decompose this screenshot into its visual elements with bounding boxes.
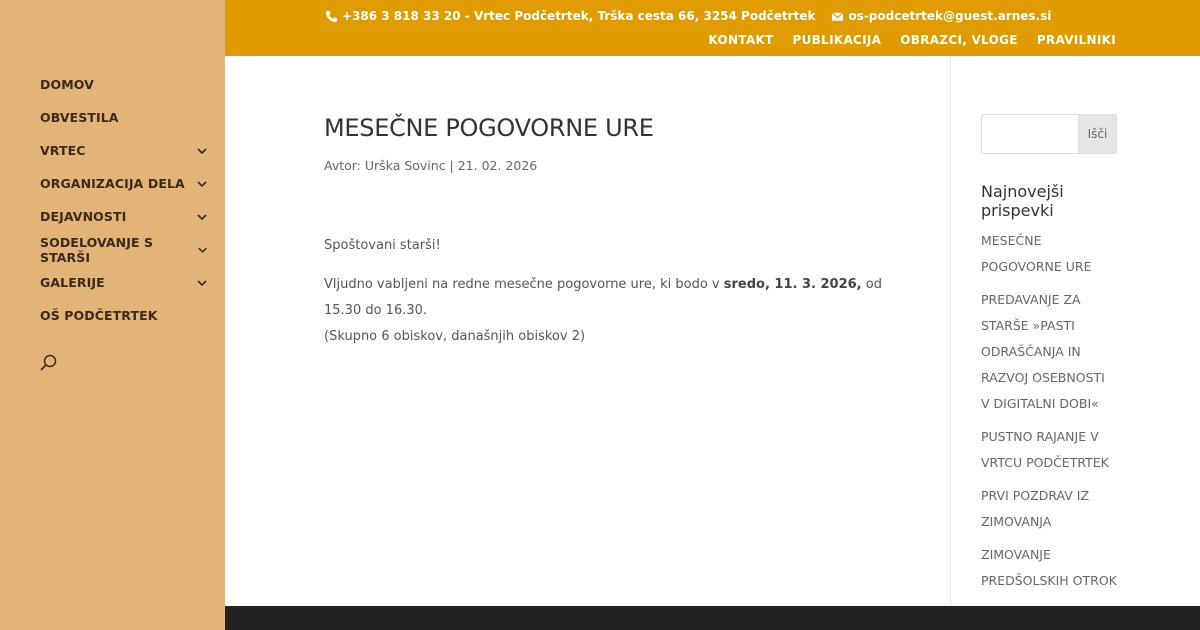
sidebar-item-dejavnosti[interactable]: DEJAVNOSTI [40,200,210,233]
sidebar-item-galerije[interactable]: GALERIJE [40,266,210,299]
chevron-down-icon[interactable] [196,178,208,190]
mail-icon [831,11,844,21]
sidebar-item-label: OBVESTILA [40,110,119,125]
top-bar: +386 3 818 33 20 - Vrtec Podčetrtek, Trš… [225,0,1200,56]
sidebar-item-label: ORGANIZACIJA DELA [40,176,185,191]
top-nav-kontakt[interactable]: KONTAKT [708,33,773,47]
sidebar: DOMOV OBVESTILA VRTEC ORGANIZACIJA DELA … [0,0,225,630]
sidebar-item-label: DEJAVNOSTI [40,209,127,224]
phone-icon [325,10,338,22]
sidebar-item-os-podcetrtek[interactable]: OŠ PODČETRTEK [40,299,210,332]
post-body: Spoštovani starši! Vljudno vabljeni na r… [324,233,884,350]
sidebar-item-domov[interactable]: DOMOV [40,68,210,101]
sidebar-item-label: VRTEC [40,143,86,158]
sidebar-item-vrtec[interactable]: VRTEC [40,134,210,167]
sidebar-item-organizacija-dela[interactable]: ORGANIZACIJA DELA [40,167,210,200]
search-form: Išči [981,114,1117,154]
top-nav-obrazci-vloge[interactable]: OBRAZCI, VLOGE [900,33,1018,47]
post-content: MESEČNE POGOVORNE URE Avtor: Urška Sovin… [324,114,884,363]
recent-posts-list: MESEČNE POGOVORNE URE PREDAVANJE ZA STAR… [981,228,1117,594]
recent-posts-title: Najnovejši prispevki [981,182,1064,220]
visit-counter: (Skupno 6 obiskov, današnjih obiskov 2) [324,329,586,344]
sidebar-item-label: SODELOVANJE S STARŠI [40,234,154,265]
right-sidebar: Išči Najnovejši prispevki MESEČNE POGOVO… [981,114,1117,601]
search-button[interactable]: Išči [1078,114,1117,154]
sidebar-item-obvestila[interactable]: OBVESTILA [40,101,210,134]
chevron-down-icon[interactable] [196,277,208,289]
post-text-before: Vljudno vabljeni na redne mesečne pogovo… [324,277,724,292]
sidebar-item-sodelovanje[interactable]: SODELOVANJE S STARŠI [40,233,210,266]
chevron-down-icon[interactable] [196,145,208,157]
post-date-bold: sredo, 11. 3. 2026, [723,277,862,292]
sidebar-item-label: OŠ PODČETRTEK [40,308,158,323]
page-title: MESEČNE POGOVORNE URE [324,114,654,142]
top-nav-pravilniki[interactable]: PRAVILNIKI [1037,33,1116,47]
chevron-down-icon[interactable] [196,211,208,223]
sidebar-nav: DOMOV OBVESTILA VRTEC ORGANIZACIJA DELA … [40,68,210,332]
email-link[interactable]: os-podcetrtek@guest.arnes.si [848,9,1051,23]
recent-post-link[interactable]: MESEČNE POGOVORNE URE [981,228,1117,280]
recent-post-link[interactable]: ZIMOVANJE PREDŠOLSKIH OTROK [981,542,1117,594]
recent-post-link[interactable]: PUSTNO RAJANJE V VRTCU PODČETRTEK [981,424,1117,476]
recent-post-link[interactable]: PRVI POZDRAV IZ ZIMOVANJA [981,483,1117,535]
top-nav: KONTAKT PUBLIKACIJA OBRAZCI, VLOGE PRAVI… [708,33,1116,47]
search-input[interactable] [981,114,1078,154]
search-icon[interactable] [38,352,60,374]
chevron-down-icon[interactable] [197,244,208,256]
footer [225,606,1200,630]
sidebar-divider [950,56,951,606]
top-nav-publikacija[interactable]: PUBLIKACIJA [793,33,882,47]
post-greeting: Spoštovani starši! [324,238,441,253]
post-paragraph: Vljudno vabljeni na redne mesečne pogovo… [324,272,884,350]
sidebar-item-label: GALERIJE [40,275,105,290]
sidebar-item-label: DOMOV [40,77,94,92]
recent-post-link[interactable]: PREDAVANJE ZA STARŠE »PASTI ODRAŠČANJA I… [981,287,1117,417]
contact-info: +386 3 818 33 20 - Vrtec Podčetrtek, Trš… [325,9,1051,23]
post-meta: Avtor: Urška Sovinc | 21. 02. 2026 [324,158,538,173]
phone-address-text[interactable]: +386 3 818 33 20 - Vrtec Podčetrtek, Trš… [342,9,815,23]
